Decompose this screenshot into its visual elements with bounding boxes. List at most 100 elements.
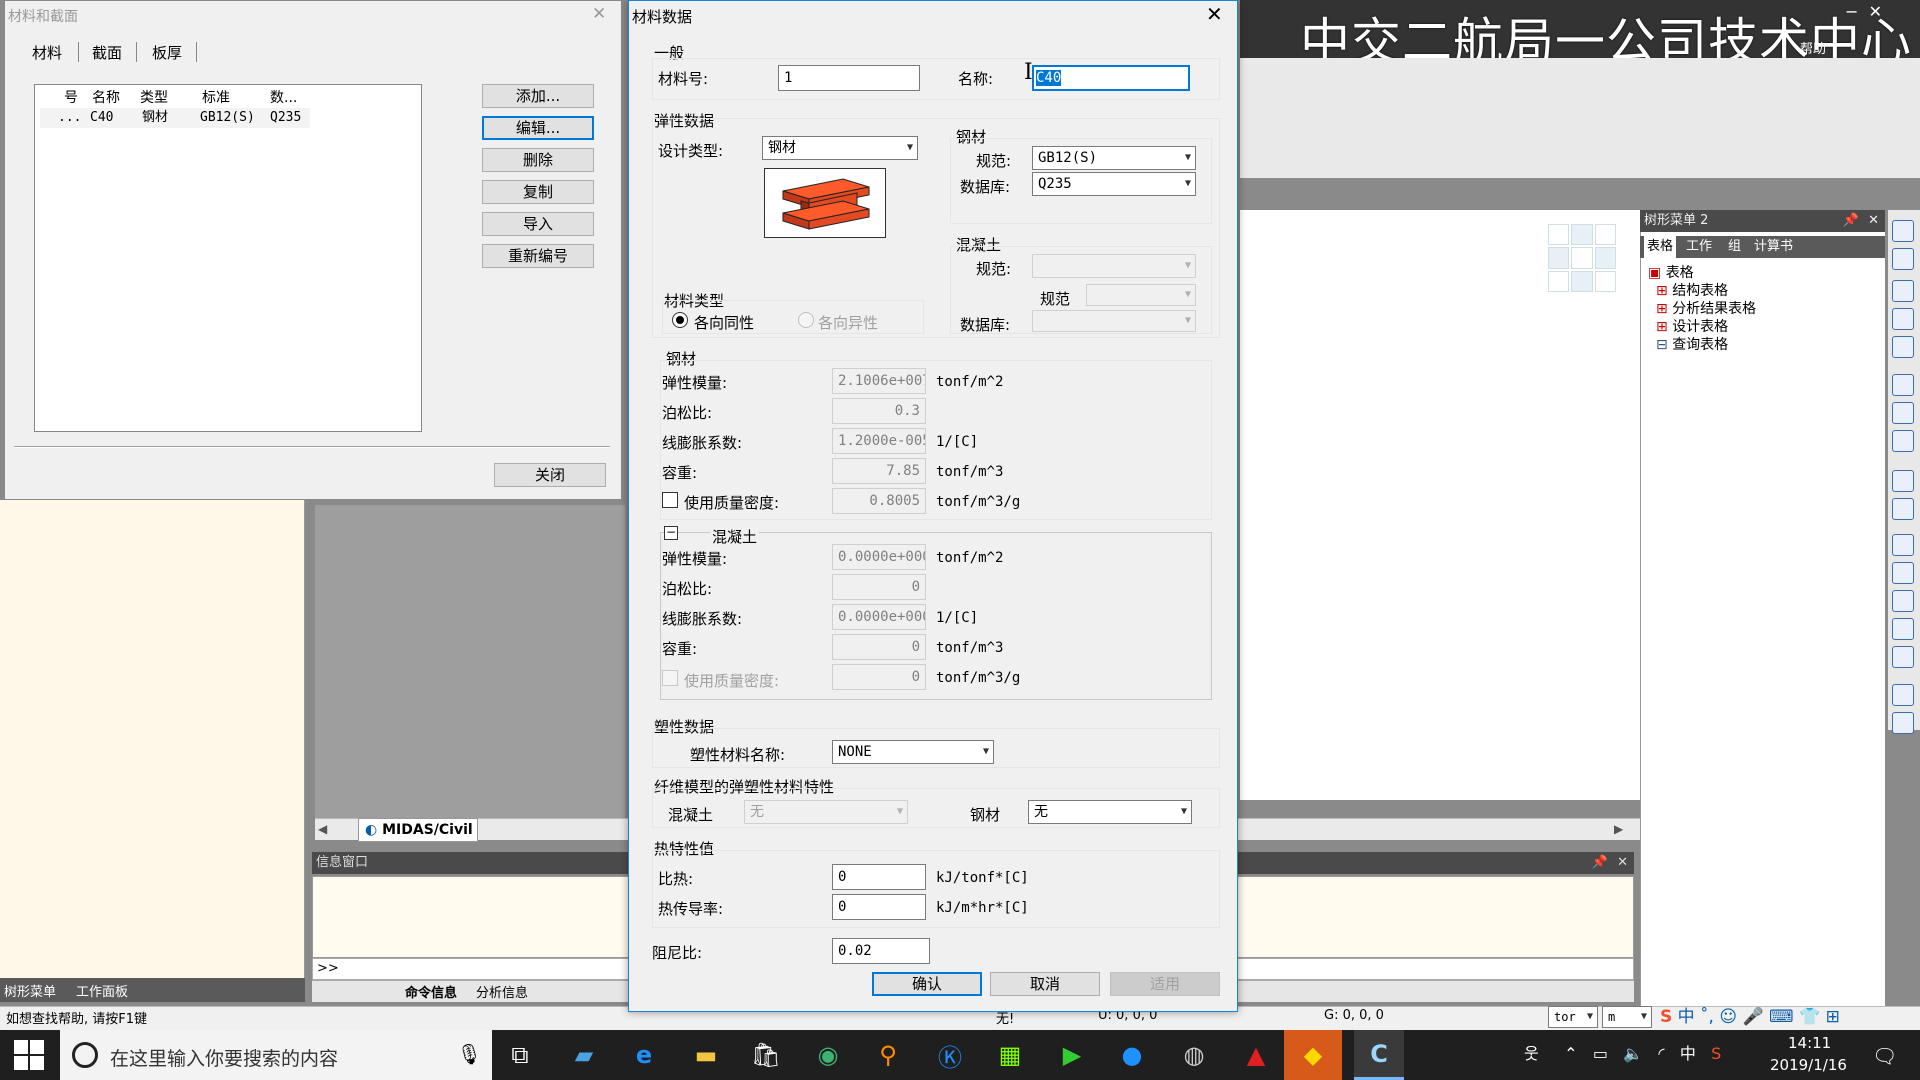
battery-icon[interactable]: ▭ [1593, 1044, 1608, 1063]
steel-db-select[interactable]: Q235 ▼ [1032, 172, 1196, 196]
close-icon[interactable]: ✕ [1869, 2, 1882, 21]
steel-std-select[interactable]: GB12(S) ▼ [1032, 146, 1196, 170]
delete-button[interactable]: 删除 [482, 148, 594, 172]
tab-analysis-info[interactable]: 分析信息 [476, 982, 528, 1001]
tab-section[interactable]: 截面 [92, 42, 122, 63]
copy-button[interactable]: 复制 [482, 180, 594, 204]
info-pin-icon[interactable]: 📌 [1592, 852, 1608, 874]
damping-input[interactable]: 0.02 [832, 938, 930, 964]
clock-date[interactable]: 2019/1/16 [1770, 1056, 1847, 1074]
zoom-window-icon[interactable] [1892, 248, 1914, 270]
zoom-out-icon[interactable] [1892, 308, 1914, 330]
col-header-type[interactable]: 类型 [140, 87, 168, 107]
scroll-left-icon[interactable]: ◀ [318, 822, 327, 836]
volume-icon[interactable]: 🔈 [1623, 1044, 1643, 1063]
store-icon[interactable]: 🛍 [746, 1035, 786, 1075]
rotate-icon[interactable] [1892, 402, 1914, 424]
tab-report[interactable]: 计算书 [1754, 236, 1793, 258]
tab-group[interactable]: 组 [1728, 236, 1741, 258]
tray-chevron-icon[interactable]: ⌃ [1564, 1044, 1577, 1063]
view-top-icon[interactable] [1892, 498, 1914, 520]
close-button[interactable]: 关闭 [494, 463, 606, 487]
collapse-icon[interactable]: − [664, 526, 678, 540]
thermal-conductivity-input[interactable]: 0 [832, 894, 926, 920]
help-menu[interactable]: 帮助 [1800, 38, 1826, 57]
tab-table[interactable]: 表格 [1644, 236, 1677, 258]
axis-icon[interactable] [1892, 646, 1914, 668]
view-front-icon[interactable] [1892, 470, 1914, 492]
material-section-close-icon[interactable]: ✕ [592, 4, 606, 24]
tab-work[interactable]: 工作 [1686, 236, 1712, 258]
people-icon[interactable]: 웃 [1524, 1044, 1539, 1063]
model-view[interactable] [1240, 210, 1640, 800]
windows-start-icon[interactable] [14, 1040, 44, 1070]
ok-button[interactable]: 确认 [872, 972, 982, 996]
tab-material[interactable]: 材料 [32, 42, 62, 63]
ime-indicator[interactable]: 中 [1680, 1044, 1696, 1063]
tree-item-tables[interactable]: ▣ 表格 [1648, 262, 1694, 282]
zoom-all-icon[interactable] [1892, 336, 1914, 358]
tab-thickness[interactable]: 板厚 [152, 42, 182, 63]
clock-time[interactable]: 14:11 [1788, 1034, 1831, 1052]
plastic-name-select[interactable]: NONE ▼ [832, 740, 994, 764]
chat-app-icon[interactable]: ● [1112, 1035, 1152, 1075]
col-header-no[interactable]: 号 [64, 87, 78, 107]
table-row[interactable]: ... C40 钢材 GB12(S) Q235 [40, 108, 310, 128]
design-type-select[interactable]: 钢材 ▼ [762, 136, 918, 160]
pin-icon[interactable]: 📌 [1843, 210, 1859, 232]
zoom-dynamic-icon[interactable] [1892, 374, 1914, 396]
name-input[interactable]: C40 [1032, 65, 1190, 91]
microphone-icon[interactable]: 🎙 [457, 1042, 482, 1066]
taskbar-search[interactable]: 在这里输入你要搜索的内容 🎙 [60, 1030, 492, 1080]
midas-civil-taskbar-icon[interactable]: C [1354, 1030, 1404, 1080]
pan-icon[interactable] [1892, 430, 1914, 452]
app-icon[interactable]: ▰ [564, 1035, 604, 1075]
browser-360-icon[interactable]: ◉ [808, 1035, 848, 1075]
tab-work-panel[interactable]: 工作面板 [76, 981, 128, 1000]
media-player-icon[interactable]: ▶ [1052, 1035, 1092, 1075]
dialog-close-icon[interactable]: ✕ [1206, 2, 1223, 26]
view-left-icon[interactable] [1892, 562, 1914, 584]
length-unit-select[interactable]: m ▼ [1602, 1006, 1652, 1028]
acrobat-icon[interactable]: ▲ [1236, 1035, 1276, 1075]
zoom-fit-icon[interactable] [1892, 220, 1914, 242]
view-cube-icon[interactable] [1548, 224, 1616, 292]
colorful-app-icon[interactable]: ◆ [1284, 1030, 1342, 1080]
edit-button[interactable]: 编辑... [482, 116, 594, 140]
tree-item-structure-tables[interactable]: ⊞ 结构表格 [1656, 280, 1728, 300]
file-explorer-icon[interactable]: ▬ [686, 1035, 726, 1075]
chip-app-icon[interactable]: ▦ [990, 1035, 1030, 1075]
view-right-icon[interactable] [1892, 590, 1914, 612]
zoom-in-icon[interactable] [1892, 280, 1914, 302]
scroll-right-icon[interactable]: ▶ [1614, 822, 1623, 836]
isotropic-radio[interactable] [672, 312, 688, 328]
midas-tab[interactable]: ◐ MIDAS/Civil [358, 818, 478, 842]
k-app-icon[interactable]: Ⓚ [930, 1035, 970, 1075]
view-back-icon[interactable] [1892, 618, 1914, 640]
col-header-name[interactable]: 名称 [92, 87, 120, 107]
task-view-icon[interactable]: ⧉ [500, 1035, 540, 1075]
add-button[interactable]: 添加... [482, 84, 594, 108]
specific-heat-input[interactable]: 0 [832, 864, 926, 890]
fiber-steel-select[interactable]: 无 ▼ [1028, 800, 1192, 824]
steel-md-label[interactable]: 使用质量密度: [684, 492, 779, 513]
material-list[interactable] [34, 84, 422, 432]
minimize-icon[interactable]: − [1845, 2, 1858, 21]
tree-panel-close-icon[interactable]: ✕ [1868, 210, 1879, 232]
search-tool-icon[interactable]: ⚲ [868, 1035, 908, 1075]
globe-app-icon[interactable]: ◍ [1174, 1035, 1214, 1075]
col-header-std[interactable]: 标准 [202, 87, 230, 107]
view-iso-icon[interactable] [1892, 534, 1914, 556]
sogou-tray-icon[interactable]: S [1711, 1044, 1721, 1063]
wifi-icon[interactable]: ◜ [1658, 1044, 1664, 1063]
capture-icon[interactable] [1892, 712, 1914, 734]
tree-item-result-tables[interactable]: ⊞ 分析结果表格 [1656, 298, 1756, 318]
col-header-db[interactable]: 数... [270, 87, 297, 107]
force-unit-select[interactable]: tor ▼ [1548, 1006, 1598, 1028]
display-icon[interactable] [1892, 684, 1914, 706]
notification-icon[interactable]: 🗨 [1872, 1044, 1897, 1068]
steel-mass-density-checkbox[interactable] [662, 492, 678, 508]
edge-icon[interactable]: e [624, 1035, 664, 1075]
renumber-button[interactable]: 重新编号 [482, 244, 594, 268]
tree-item-query-tables[interactable]: ⊟ 查询表格 [1656, 334, 1728, 354]
